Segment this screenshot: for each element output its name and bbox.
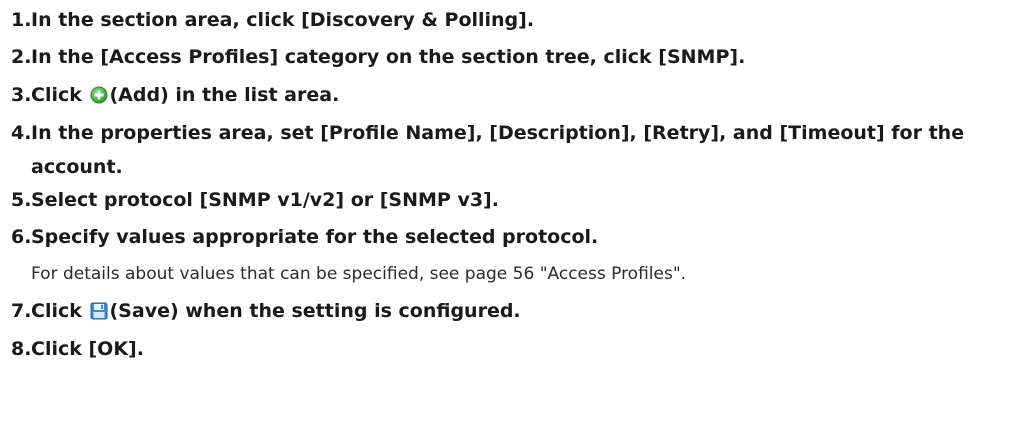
step-7: 7.Click (Save) when the setting is confi… <box>11 301 1029 324</box>
step-8: 8.Click [OK]. <box>11 339 1029 359</box>
step-text-post: (Add) in the list area. <box>109 84 340 106</box>
step-number: 2. <box>11 46 32 68</box>
save-icon <box>90 302 108 324</box>
step-number: 8. <box>11 338 32 360</box>
step-number: 4. <box>11 122 32 144</box>
step-text-pre: Click <box>31 84 82 106</box>
step-text-pre: Click <box>31 300 82 322</box>
step-number: 5. <box>11 189 32 211</box>
step-number: 3. <box>11 84 32 106</box>
step-number: 6. <box>11 226 32 248</box>
step-text: In the [Access Profiles] category on the… <box>31 46 746 68</box>
step-number: 7. <box>11 300 32 322</box>
step-text: In the properties area, set [Profile Nam… <box>31 122 965 144</box>
step-text: In the section area, click [Discovery & … <box>31 9 535 31</box>
step-text: Specify values appropriate for the selec… <box>31 226 599 248</box>
step-4: 4.In the properties area, set [Profile N… <box>11 123 1029 177</box>
step-5: 5.Select protocol [SNMP v1/v2] or [SNMP … <box>11 190 1029 210</box>
step-text: Click [OK]. <box>31 338 144 360</box>
step-text-continued: account. <box>31 156 123 178</box>
step-6: 6.Specify values appropriate for the sel… <box>11 227 1029 247</box>
step-number: 1. <box>11 9 32 31</box>
step-3: 3.Click (Add) in the list area. <box>11 85 1029 108</box>
step-1: 1.In the section area, click [Discovery … <box>11 10 1029 30</box>
step-2: 2.In the [Access Profiles] category on t… <box>11 47 1029 67</box>
step-text-post: (Save) when the setting is configured. <box>109 300 521 322</box>
add-icon <box>90 86 108 108</box>
step-6-detail: For details about values that can be spe… <box>31 264 687 284</box>
step-text: Select protocol [SNMP v1/v2] or [SNMP v3… <box>31 189 499 211</box>
